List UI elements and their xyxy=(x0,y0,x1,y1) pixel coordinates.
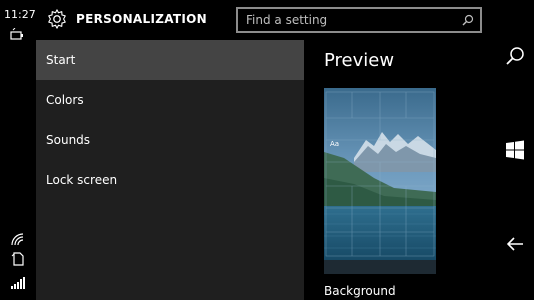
nav-item-start[interactable]: Start xyxy=(36,40,304,80)
nav-item-sounds[interactable]: Sounds xyxy=(36,120,304,160)
search-icon[interactable] xyxy=(505,46,525,66)
page-title: PERSONALIZATION xyxy=(76,12,207,26)
search-input[interactable] xyxy=(238,9,458,31)
gear-icon xyxy=(48,9,66,29)
tile-label: Aa xyxy=(330,140,339,148)
navigation-rail xyxy=(496,0,534,300)
status-time: 11:27 xyxy=(4,8,36,21)
search-box[interactable] xyxy=(236,7,482,33)
battery-icon xyxy=(10,28,23,40)
settings-nav: Start Colors Sounds Lock screen xyxy=(36,40,304,300)
back-arrow-icon[interactable] xyxy=(505,234,525,254)
search-icon[interactable] xyxy=(462,14,474,26)
wifi-signal-icon xyxy=(11,233,24,246)
cellular-signal-icon xyxy=(11,277,25,289)
nav-item-colors[interactable]: Colors xyxy=(36,80,304,120)
status-bar: 11:27 xyxy=(0,0,36,300)
windows-start-icon[interactable] xyxy=(505,140,525,160)
sim-icon xyxy=(11,252,24,266)
background-label: Background xyxy=(324,284,396,298)
preview-title: Preview xyxy=(324,50,395,71)
header: PERSONALIZATION xyxy=(36,0,496,40)
nav-item-lock-screen[interactable]: Lock screen xyxy=(36,160,304,200)
preview-pane: Preview Aa Background xyxy=(304,40,496,300)
start-screen-preview-image: Aa xyxy=(324,88,436,274)
